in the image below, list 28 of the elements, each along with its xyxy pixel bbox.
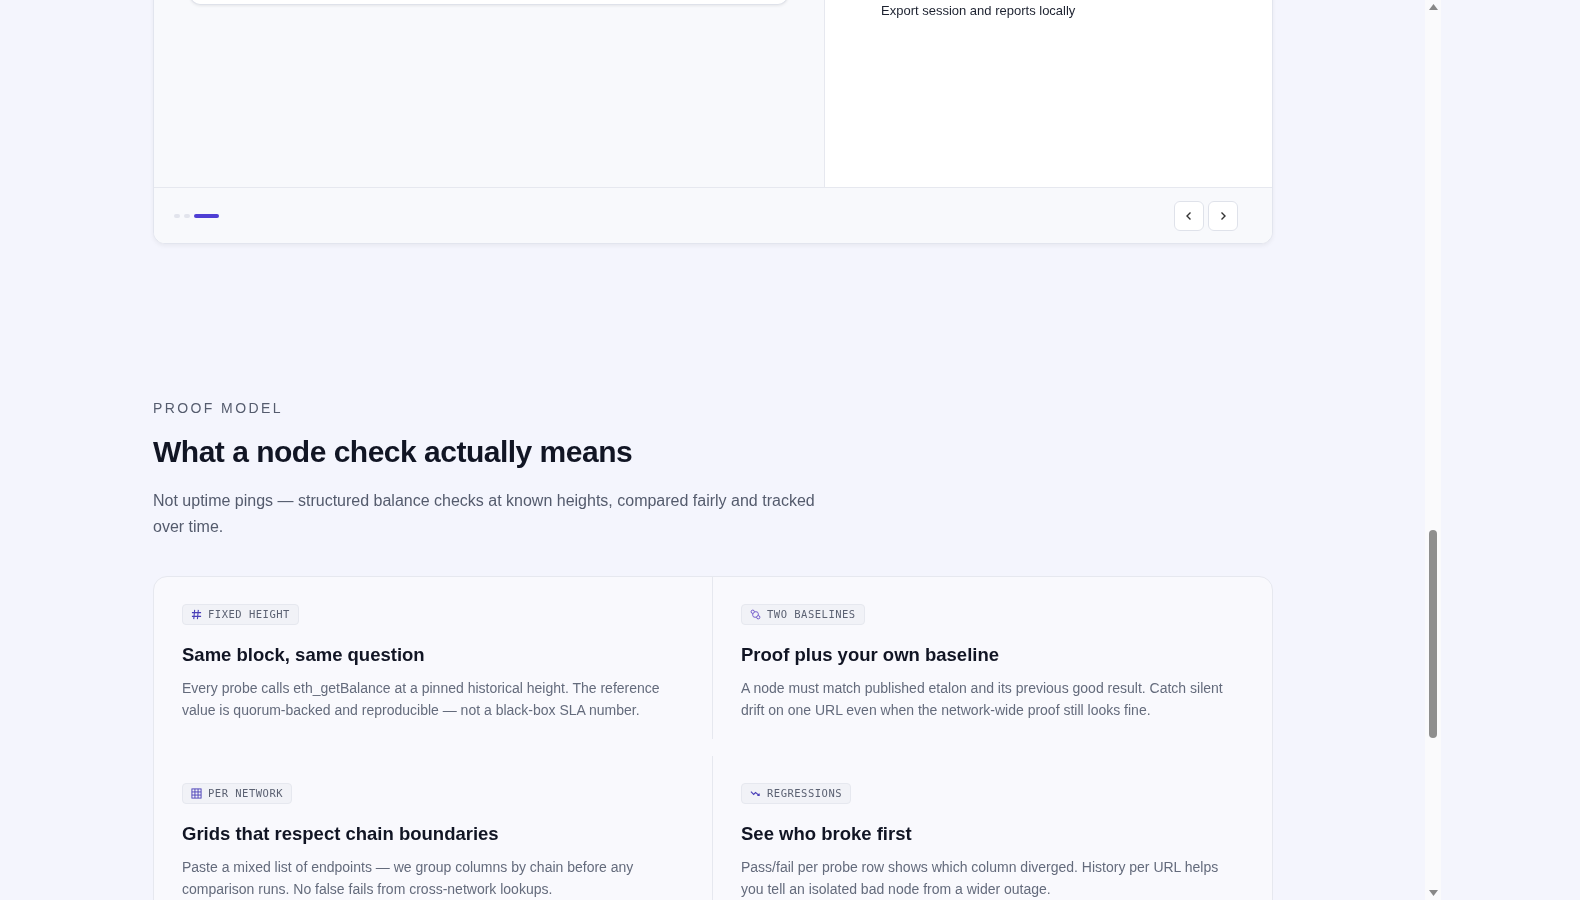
feature-description: Pass/fail per probe row shows which column diverged. History per URL helps you tell an isolated bad node from a wider outage. bbox=[741, 857, 1220, 899]
section-subtitle: Not uptime pings — structured balance checks at known heights, compared fairly and tracked over time. bbox=[153, 491, 816, 537]
feature-title: Proof plus your own baseline bbox=[741, 643, 1000, 667]
scrollbar-thumb[interactable] bbox=[1429, 530, 1437, 738]
branch-icon bbox=[750, 609, 761, 620]
previous-button[interactable] bbox=[1174, 200, 1204, 231]
feature-tag: FIXED HEIGHT bbox=[182, 603, 299, 626]
scrollbar[interactable] bbox=[1425, 0, 1441, 900]
section-title: What a node check actually means bbox=[153, 434, 634, 470]
feature-title: See who broke first bbox=[741, 822, 913, 846]
feature-description: Paste a mixed list of endpoints — we group columns by chain before any comparison runs. No false fails from cross-network lookups. bbox=[182, 857, 635, 899]
feature-title: Grids that respect chain boundaries bbox=[182, 822, 500, 846]
hash-icon bbox=[191, 609, 202, 620]
feature-description: A node must match published etalon and its previous good result. Catch silent drift on one URL even when the network-wide proof still looks fine. bbox=[741, 678, 1224, 720]
feature-title: Same block, same question bbox=[182, 643, 426, 667]
scroll-up-icon[interactable] bbox=[1428, 4, 1438, 10]
feature-tag: PER NETWORK bbox=[182, 782, 293, 805]
feature-description: Every probe calls eth_getBalance at a pinned historical height. The reference value is quorum-backed and reproducible — not a black-box SLA number. bbox=[182, 678, 661, 720]
list-item-text: Export session and reports locally bbox=[881, 3, 1076, 18]
next-button[interactable] bbox=[1208, 200, 1238, 231]
chevron-right-icon bbox=[1218, 210, 1228, 221]
scroll-down-icon[interactable] bbox=[1428, 890, 1438, 896]
chevron-left-icon bbox=[1184, 210, 1194, 221]
section-eyebrow: PROOF MODEL bbox=[153, 399, 284, 418]
feature-tag: REGRESSIONS bbox=[741, 782, 852, 805]
trend-down-icon bbox=[750, 788, 761, 799]
feature-tag: TWO BASELINES bbox=[741, 603, 865, 626]
grid-icon bbox=[191, 788, 202, 799]
